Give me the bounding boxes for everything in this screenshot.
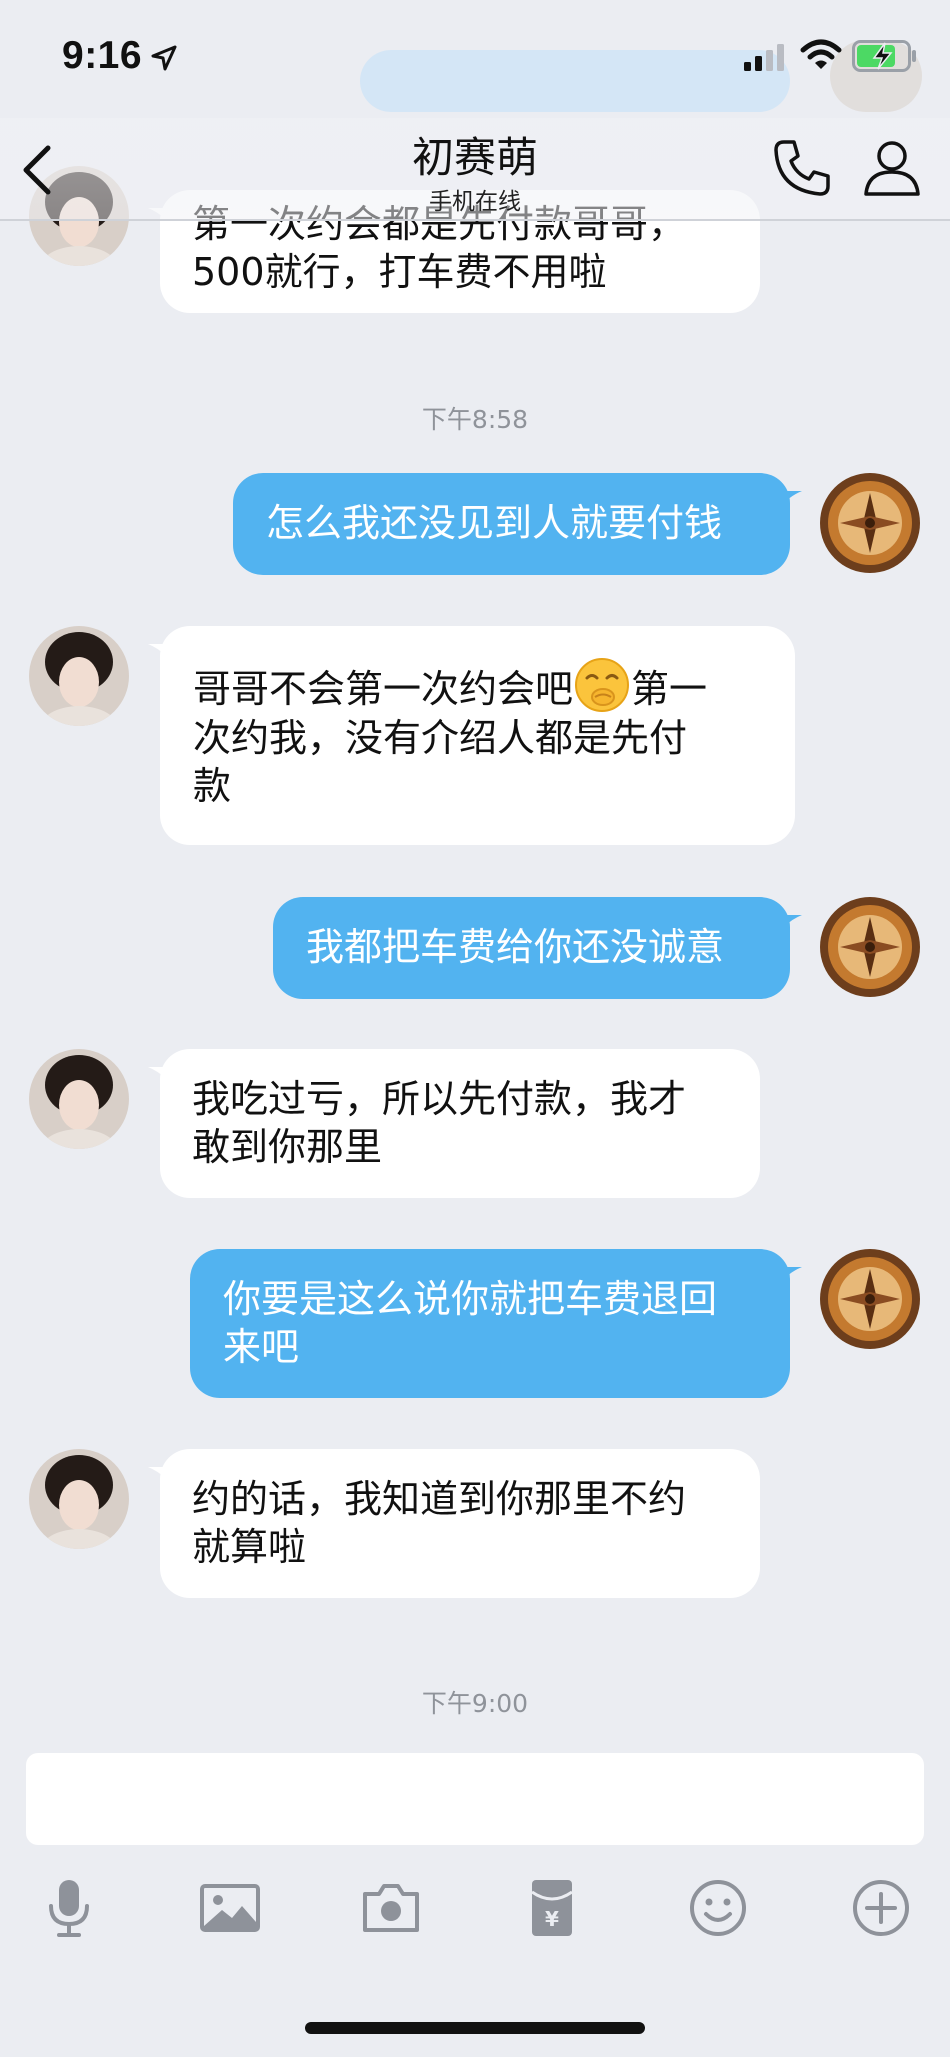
plus-icon[interactable] <box>849 1876 913 1940</box>
shush-face-emoji <box>575 658 630 712</box>
message-text-line: 哥哥不会第一次约会吧 第一 <box>193 656 763 714</box>
user-avatar[interactable] <box>820 473 920 573</box>
svg-text:¥: ¥ <box>545 1907 559 1931</box>
user-avatar[interactable] <box>820 1249 920 1349</box>
bubble-tail <box>772 1267 802 1297</box>
message-text-line: 你要是这么说你就把车费退回 <box>223 1277 718 1321</box>
bubble-tail <box>772 915 802 945</box>
message-text-segment: 第一 <box>631 667 708 711</box>
message-text-line: 来吧 <box>223 1325 300 1369</box>
message-text-line: 怎么我还没见到人就要付钱 <box>266 501 723 545</box>
message-text-line: 次约我，没有介绍人都是先付 <box>193 716 688 760</box>
incoming-message-bubble[interactable]: 我吃过亏，所以先付款，我才 敢到你那里 <box>148 1049 760 1198</box>
home-indicator <box>305 2022 645 2034</box>
message-text-line: 约的话，我知道到你那里不约 <box>192 1477 687 1521</box>
phone-call-icon[interactable] <box>770 136 834 200</box>
contact-avatar[interactable] <box>29 626 129 726</box>
bubble-tail <box>148 1067 178 1097</box>
message-input[interactable] <box>26 1753 924 1845</box>
outgoing-message-bubble[interactable]: 怎么我还没见到人就要付钱 <box>233 473 802 575</box>
image-icon[interactable] <box>198 1876 262 1940</box>
status-time: 9:16 <box>62 34 143 77</box>
message-text-line: 款 <box>193 764 232 808</box>
outgoing-message-bubble[interactable]: 我都把车费给你还没诚意 <box>273 897 802 999</box>
microphone-icon[interactable] <box>37 1876 101 1940</box>
message-text-line: 我都把车费给你还没诚意 <box>306 925 725 969</box>
contact-avatar[interactable] <box>29 1449 129 1549</box>
red-packet-icon[interactable]: ¥ <box>520 1876 584 1940</box>
message-text-segment: 哥哥不会第一次约会吧 <box>193 667 574 711</box>
chat-header: 初赛萌 手机在线 <box>0 118 950 221</box>
back-arrow-icon[interactable] <box>14 140 58 200</box>
status-bar: 9:16 <box>0 0 950 118</box>
chat-screen: 9:16 初赛萌 手机在线 第一次约会都是先付款哥哥， 500就行，打车费不用啦… <box>0 0 950 2057</box>
contact-online-status: 手机在线 <box>429 189 521 215</box>
incoming-message-bubble[interactable]: 约的话，我知道到你那里不约 就算啦 <box>148 1449 760 1598</box>
emoji-icon[interactable] <box>686 1876 750 1940</box>
location-arrow-icon <box>151 45 177 71</box>
camera-icon[interactable] <box>359 1876 423 1940</box>
message-timestamp: 下午9:00 <box>421 1689 529 1718</box>
contact-name: 初赛萌 <box>411 133 538 182</box>
cellular-signal-icon <box>744 44 784 71</box>
battery-charging-icon <box>852 40 916 72</box>
contact-avatar[interactable] <box>29 1049 129 1149</box>
message-timestamp: 下午8:58 <box>421 405 529 434</box>
message-text-line: 就算啦 <box>192 1525 307 1569</box>
contact-profile-icon[interactable] <box>860 136 924 200</box>
bubble-tail <box>148 644 178 674</box>
message-text-line: 我吃过亏，所以先付款，我才 <box>192 1077 687 1121</box>
bubble-tail <box>772 491 802 521</box>
wifi-icon <box>800 39 842 69</box>
user-avatar[interactable] <box>820 897 920 997</box>
outgoing-message-bubble[interactable]: 你要是这么说你就把车费退回 来吧 <box>190 1249 802 1398</box>
message-text-line: 500就行，打车费不用啦 <box>192 250 607 294</box>
bubble-tail <box>148 1467 178 1497</box>
message-text-line: 敢到你那里 <box>192 1125 383 1169</box>
incoming-message-bubble[interactable]: 哥哥不会第一次约会吧 第一 次约我，没有介绍人都是先付 款 <box>148 626 795 845</box>
